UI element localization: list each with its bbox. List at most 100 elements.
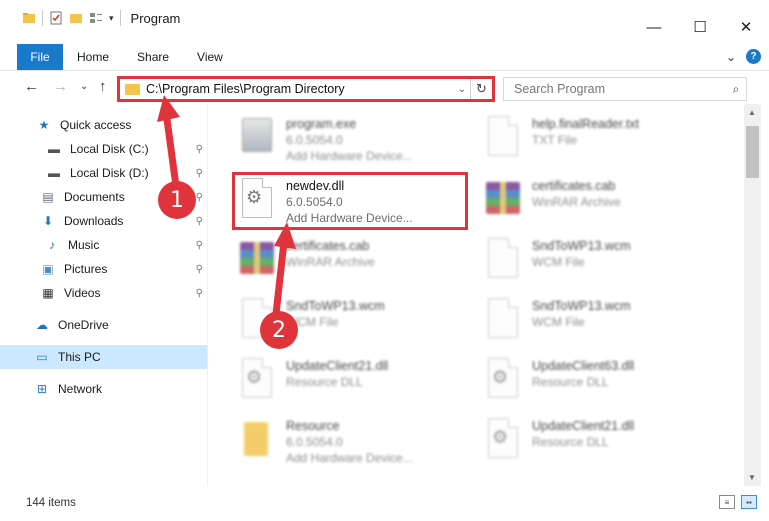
sidebar-item[interactable]: ♪ Music ⚲: [0, 233, 207, 257]
properties-icon[interactable]: [49, 11, 63, 25]
download-icon: ⬇: [42, 214, 54, 228]
file-item[interactable]: ⚙ UpdateClient21.dll Resource DLL: [478, 412, 718, 470]
highlighted-file-box: [232, 172, 468, 230]
file-description: Add Hardware Device...: [286, 451, 413, 465]
title-bar: ▾ Program — ☐ ✕: [0, 0, 769, 44]
file-detail: WCM File: [286, 315, 339, 329]
file-detail: 6.0.5054.0: [286, 133, 343, 147]
scroll-thumb[interactable]: [746, 126, 759, 178]
file-item[interactable]: certificates.cab WinRAR Archive: [478, 172, 718, 230]
sidebar-item[interactable]: ▣ Pictures ⚲: [0, 257, 207, 281]
file-detail: Resource DLL: [532, 435, 609, 449]
file-item[interactable]: Resource 6.0.5054.0 Add Hardware Device...: [232, 412, 472, 470]
sidebar-item[interactable]: ▬ Local Disk (C:) ⚲: [0, 137, 207, 161]
tab-home[interactable]: Home: [63, 44, 123, 70]
navigation-pane: ★ Quick access ▬ Local Disk (C:) ⚲ ▬ Local Dis…: [0, 110, 207, 485]
ribbon-tabs: File Home Share View ⌄ ?: [0, 44, 769, 71]
file-detail: WCM File: [532, 315, 585, 329]
file-name: UpdateClient63.dll: [532, 359, 635, 373]
pin-icon[interactable]: ⚲: [196, 144, 203, 155]
tab-view[interactable]: View: [183, 44, 237, 70]
large-icons-view-icon[interactable]: ▪▪: [741, 495, 757, 509]
sidebar-item[interactable]: ★ Quick access: [0, 113, 207, 137]
videos-icon: ▦: [42, 286, 54, 300]
documents-icon: ▤: [42, 190, 54, 204]
pin-icon[interactable]: ⚲: [196, 192, 203, 203]
pane-divider: [207, 104, 208, 486]
file-detail: WinRAR Archive: [532, 195, 621, 209]
file-item[interactable]: program.exe 6.0.5054.0 Add Hardware Device…: [232, 110, 472, 168]
address-dropdown-icon[interactable]: ⌄: [454, 84, 470, 95]
search-box[interactable]: Search Program ⌕: [503, 77, 747, 101]
customize-view-icon[interactable]: [89, 11, 103, 25]
up-button[interactable]: ↑: [99, 78, 107, 95]
file-list: program.exe 6.0.5054.0 Add Hardware Device…: [214, 104, 742, 486]
item-count: 144 items: [26, 496, 76, 509]
music-icon: ♪: [49, 238, 55, 252]
pin-icon[interactable]: ⚲: [196, 216, 203, 227]
blank-file-icon: [482, 296, 526, 344]
tab-file[interactable]: File: [17, 44, 63, 70]
folder-icon[interactable]: [22, 11, 36, 25]
toolbar-divider: [42, 10, 43, 26]
file-detail: 6.0.5054.0: [286, 435, 343, 449]
file-name: UpdateClient21.dll: [286, 359, 389, 373]
scroll-up-icon[interactable]: ▲: [748, 108, 756, 117]
qat-dropdown-icon[interactable]: ▾: [109, 13, 114, 24]
file-item[interactable]: SndToWP13.wcm WCM File: [478, 232, 718, 290]
new-folder-icon[interactable]: [69, 11, 83, 25]
file-detail: Resource DLL: [286, 375, 363, 389]
file-item[interactable]: help.finalReader.txt TXT File: [478, 110, 718, 168]
forward-button[interactable]: →: [53, 78, 68, 95]
vertical-scrollbar[interactable]: ▲ ▼: [744, 104, 761, 486]
back-button[interactable]: ←: [24, 78, 39, 95]
file-item[interactable]: SndToWP13.wcm WCM File: [478, 292, 718, 350]
dll-file-icon: ⚙: [482, 416, 526, 464]
file-item[interactable]: ⚙ UpdateClient63.dll Resource DLL: [478, 352, 718, 410]
sidebar-item[interactable]: ⊞ Network: [0, 377, 207, 401]
search-input[interactable]: Search Program: [504, 82, 726, 96]
help-icon[interactable]: ?: [746, 49, 761, 64]
details-view-icon[interactable]: ≡: [719, 495, 735, 509]
file-item[interactable]: ⚙ UpdateClient21.dll Resource DLL: [232, 352, 472, 410]
winrar-archive-icon: [482, 176, 526, 224]
sidebar-item[interactable]: ▦ Videos ⚲: [0, 281, 207, 305]
window-controls: — ☐ ✕: [631, 12, 769, 42]
scroll-down-icon[interactable]: ▼: [748, 473, 756, 482]
star-icon: ★: [38, 118, 50, 132]
sidebar-item-label: Pictures: [64, 262, 108, 276]
blank-file-icon: [482, 236, 526, 284]
search-icon[interactable]: ⌕: [726, 82, 746, 97]
toolbar-divider: [119, 10, 121, 26]
file-item[interactable]: certificates.cab WinRAR Archive: [232, 232, 472, 290]
tab-share[interactable]: Share: [123, 44, 183, 70]
dll-file-icon: ⚙: [236, 356, 280, 404]
text-file-icon: [482, 114, 526, 162]
sidebar-item[interactable]: ☁ OneDrive: [0, 313, 207, 337]
expand-ribbon-icon[interactable]: ⌄: [726, 50, 736, 64]
maximize-button[interactable]: ☐: [677, 12, 723, 42]
drive-icon: ▬: [48, 142, 60, 156]
close-button[interactable]: ✕: [723, 12, 769, 42]
file-name: program.exe: [286, 117, 357, 131]
address-path[interactable]: C:\Program Files\Program Directory: [146, 82, 454, 96]
cloud-icon: ☁: [36, 318, 48, 332]
sidebar-item-label: Downloads: [64, 214, 124, 228]
recent-locations-button[interactable]: ⌄: [80, 81, 88, 92]
minimize-button[interactable]: —: [631, 12, 677, 42]
address-bar[interactable]: C:\Program Files\Program Directory ⌄ ↻: [117, 76, 495, 102]
pin-icon[interactable]: ⚲: [196, 168, 203, 179]
refresh-button[interactable]: ↻: [470, 79, 492, 99]
step-2-badge: 2: [260, 311, 298, 349]
pin-icon[interactable]: ⚲: [196, 240, 203, 251]
sidebar-item[interactable]: ▭ This PC: [0, 345, 207, 369]
computer-icon: ▭: [36, 350, 48, 364]
file-name: certificates.cab: [286, 239, 370, 253]
pin-icon[interactable]: ⚲: [196, 288, 203, 299]
status-bar: 144 items ≡ ▪▪: [0, 490, 769, 515]
file-name: SndToWP13.wcm: [286, 299, 385, 313]
pin-icon[interactable]: ⚲: [196, 264, 203, 275]
file-name: help.finalReader.txt: [532, 117, 640, 131]
window-title: Program: [130, 10, 181, 26]
file-detail: WinRAR Archive: [286, 255, 375, 269]
